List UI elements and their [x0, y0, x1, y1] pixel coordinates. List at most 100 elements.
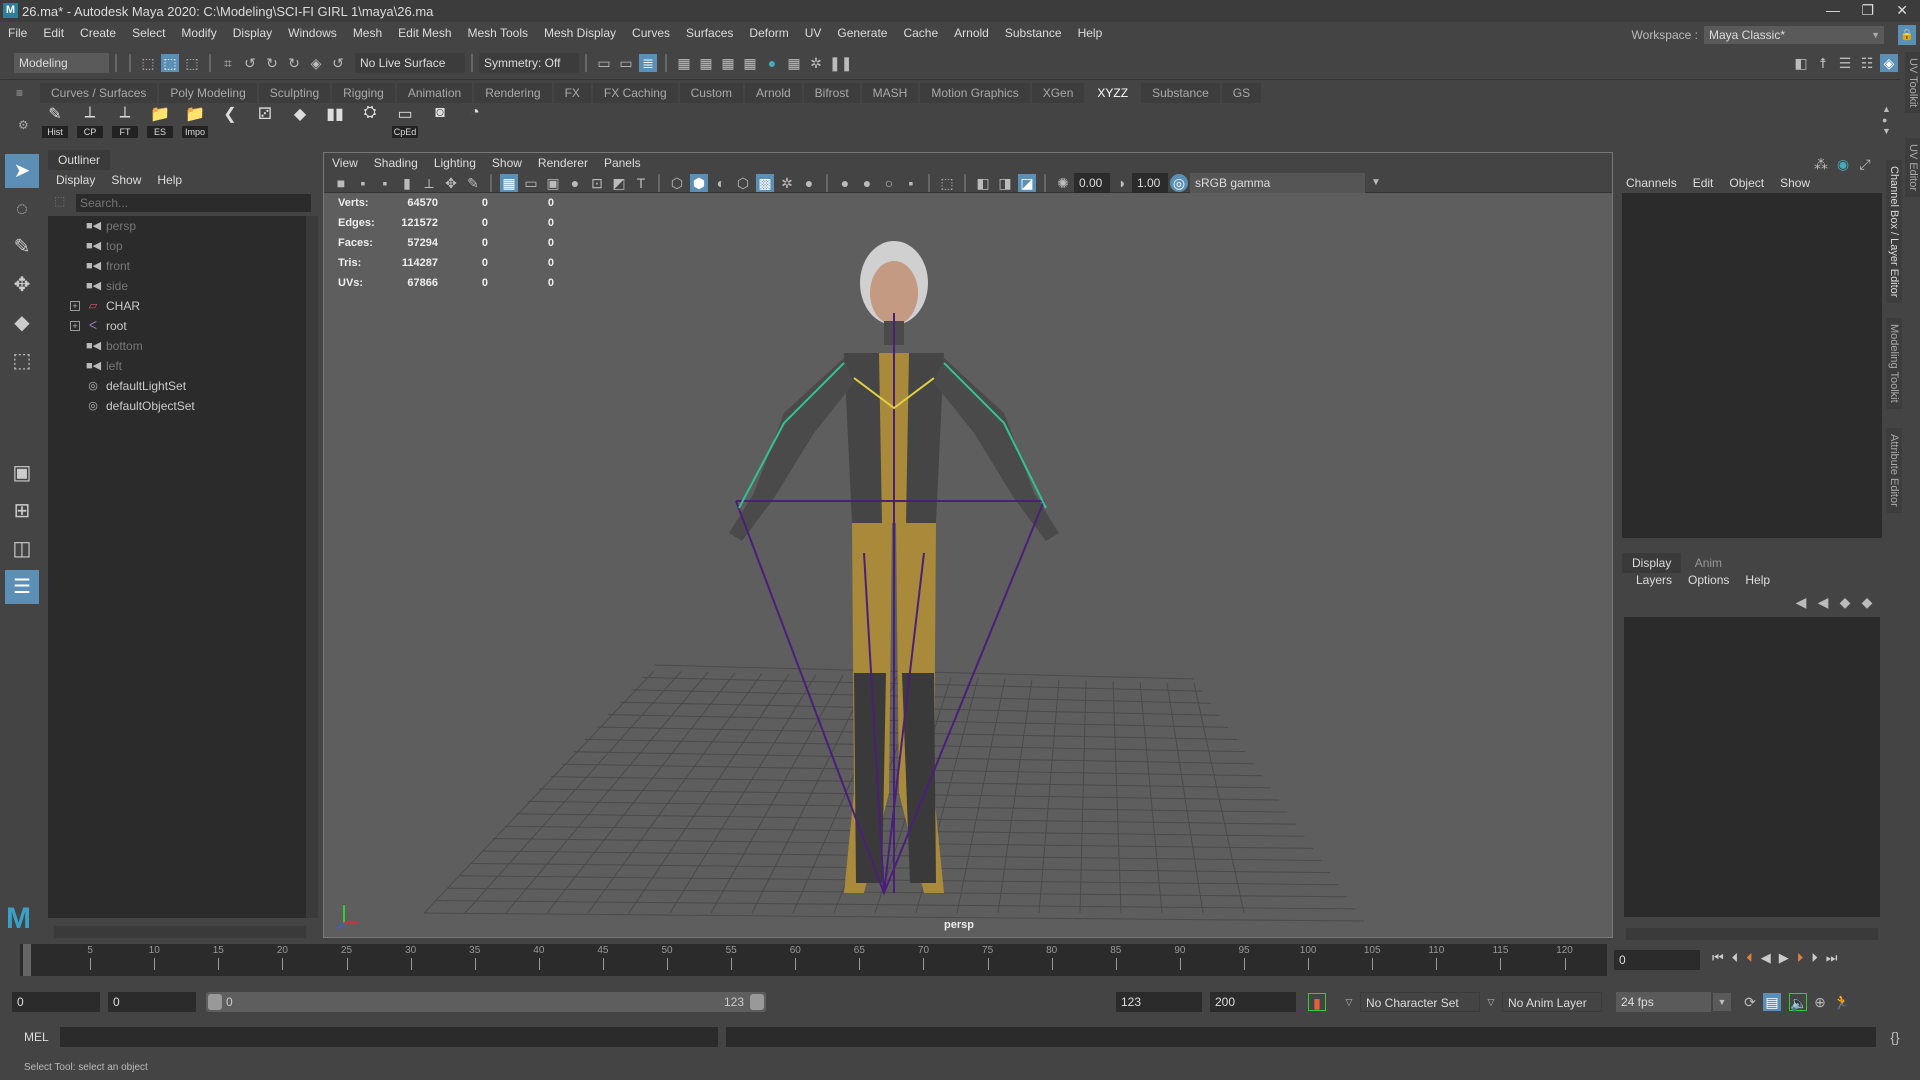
- viewport-menu-view[interactable]: View: [332, 153, 358, 173]
- human-ik-icon[interactable]: ☨: [1814, 54, 1832, 72]
- safe-title-icon[interactable]: T: [632, 174, 650, 192]
- shelf-tab[interactable]: Sculpting: [258, 83, 331, 103]
- xray-active-components-icon[interactable]: ◪: [1018, 173, 1036, 192]
- outliner-item[interactable]: + ▱ CHAR: [48, 296, 306, 316]
- channel-menu-object[interactable]: Object: [1729, 176, 1764, 190]
- select-hierarchy-icon[interactable]: ⬚: [139, 54, 157, 72]
- shadows-icon[interactable]: ●: [800, 174, 818, 192]
- single-view-icon[interactable]: ▣: [5, 456, 39, 490]
- side-tab-uv-toolkit[interactable]: UV Toolkit: [1905, 52, 1920, 114]
- chevron-down-icon[interactable]: ▼: [1367, 174, 1385, 192]
- menu-modify[interactable]: Modify: [173, 22, 224, 44]
- viewport-menu-shading[interactable]: Shading: [374, 153, 418, 173]
- anim-start-field[interactable]: 0: [12, 992, 100, 1012]
- menu-arnold[interactable]: Arnold: [946, 22, 997, 44]
- shelf-button[interactable]: ◙: [425, 104, 455, 138]
- playback-start-field[interactable]: 0: [108, 992, 196, 1012]
- menu-select[interactable]: Select: [124, 22, 173, 44]
- side-tab-channel-box[interactable]: Channel Box / Layer Editor: [1886, 160, 1902, 304]
- tool-settings-icon[interactable]: ☷: [1858, 54, 1876, 72]
- render-view-icon[interactable]: ▦: [675, 54, 693, 72]
- shelf-tab[interactable]: Substance: [1141, 83, 1220, 103]
- shelf-button[interactable]: ⚂: [250, 104, 280, 138]
- shelf-tab[interactable]: Rendering: [474, 83, 552, 103]
- pause-icon[interactable]: ❚❚: [829, 54, 852, 72]
- channel-box-icon[interactable]: ◈: [1880, 53, 1898, 72]
- menu-display[interactable]: Display: [225, 22, 280, 44]
- exposure-field[interactable]: 0.00: [1074, 172, 1110, 193]
- xray-joints-icon[interactable]: ◨: [996, 174, 1014, 192]
- shelf-button[interactable]: 📁 ES: [145, 104, 175, 138]
- character-set-dropdown[interactable]: No Character Set: [1360, 992, 1480, 1012]
- menu-edit-mesh[interactable]: Edit Mesh: [390, 22, 459, 44]
- gamma-field[interactable]: 1.00: [1132, 172, 1168, 193]
- viewport-menu-lighting[interactable]: Lighting: [434, 153, 476, 173]
- shelf-button[interactable]: ⟂ FT: [110, 104, 140, 138]
- menu-edit[interactable]: Edit: [35, 22, 72, 44]
- shelf-button[interactable]: ▮▮: [320, 104, 350, 138]
- pin-icon[interactable]: ⤢: [1856, 155, 1874, 173]
- next-key-icon[interactable]: ⏵: [1797, 950, 1804, 966]
- shelf-tab[interactable]: Poly Modeling: [159, 83, 257, 103]
- anti-aliasing-icon[interactable]: ○: [880, 174, 898, 192]
- shelf-tab[interactable]: XYZZ: [1086, 83, 1140, 103]
- grid-icon[interactable]: ▦: [500, 173, 518, 192]
- wireframe-on-shaded-icon[interactable]: ⬡: [734, 174, 752, 192]
- light-editor-icon[interactable]: ✲: [807, 54, 825, 72]
- ambient-occlusion-icon[interactable]: ●: [836, 174, 854, 192]
- lights-icon[interactable]: ✲: [778, 174, 796, 192]
- camera-icon[interactable]: ■: [332, 174, 350, 192]
- menu-mesh-tools[interactable]: Mesh Tools: [460, 22, 536, 44]
- layer-menu-layers[interactable]: Layers: [1636, 573, 1672, 587]
- anim-layer-dropdown[interactable]: No Anim Layer: [1502, 992, 1602, 1012]
- outliner-item[interactable]: ◎ defaultObjectSet: [48, 396, 306, 416]
- timeline-track[interactable]: 0510152025303540455055606570758085909510…: [20, 944, 1607, 976]
- shelf-button[interactable]: ◔: [460, 104, 490, 138]
- color-management-icon[interactable]: ◎: [1170, 173, 1188, 192]
- prev-key-icon[interactable]: ⏴: [1746, 950, 1753, 966]
- layer-tab-anim[interactable]: Anim: [1684, 553, 1733, 573]
- shelf-button[interactable]: ⟂ CP: [75, 104, 105, 138]
- viewport-menu-panels[interactable]: Panels: [604, 153, 641, 173]
- shelf-tab[interactable]: FX Caching: [592, 83, 678, 103]
- play-backwards-icon[interactable]: ◀: [1761, 950, 1771, 966]
- shelf-tab[interactable]: Custom: [679, 83, 743, 103]
- minimize-button[interactable]: —: [1826, 2, 1840, 18]
- paint-select-icon[interactable]: ✎: [5, 230, 39, 264]
- snap-point-icon[interactable]: ↻: [263, 54, 281, 72]
- layer-horizontal-scrollbar[interactable]: [1626, 928, 1878, 940]
- gate-mask-icon[interactable]: ●: [566, 174, 584, 192]
- select-tool-icon[interactable]: ➤: [5, 154, 39, 188]
- snap-view-icon[interactable]: ↻: [285, 54, 303, 72]
- expand-icon[interactable]: +: [70, 301, 80, 311]
- live-surface-field[interactable]: No Live Surface: [355, 52, 465, 73]
- outliner-menu-show[interactable]: Show: [111, 173, 141, 187]
- gamma-icon[interactable]: ◑: [1112, 174, 1130, 192]
- sound-icon[interactable]: 🔈: [1789, 993, 1807, 1011]
- camera-attributes-icon[interactable]: ▪: [376, 174, 394, 192]
- render-settings-icon[interactable]: ▦: [741, 54, 759, 72]
- textured-icon[interactable]: ▩: [756, 173, 774, 192]
- snap-grid-icon[interactable]: ⌗: [219, 54, 237, 72]
- select-component-icon[interactable]: ⬚: [183, 54, 201, 72]
- hypershade-icon[interactable]: ●: [763, 54, 781, 72]
- input-ops-icon[interactable]: ▭: [595, 54, 613, 72]
- menu-uv[interactable]: UV: [797, 22, 830, 44]
- step-back-key-icon[interactable]: ⏴: [1732, 950, 1739, 966]
- shelf-button[interactable]: ⛭: [355, 104, 385, 138]
- bookmark-icon[interactable]: ▮: [398, 174, 416, 192]
- field-chart-icon[interactable]: ⊡: [588, 174, 606, 192]
- playback-end-field[interactable]: 123: [1116, 992, 1202, 1012]
- shelf-button[interactable]: ◆: [285, 104, 315, 138]
- shelf-tab[interactable]: Arnold: [744, 83, 802, 103]
- shelf-button[interactable]: ❮: [215, 104, 245, 138]
- rotate-tool-icon[interactable]: ◆: [5, 306, 39, 340]
- viewport-menu-show[interactable]: Show: [492, 153, 522, 173]
- outliner-menu-help[interactable]: Help: [157, 173, 182, 187]
- channel-menu-show[interactable]: Show: [1780, 176, 1810, 190]
- render-setup-icon[interactable]: ▦: [785, 54, 803, 72]
- outliner-item[interactable]: ■◀ persp: [48, 216, 306, 236]
- play-forwards-icon[interactable]: ▶: [1779, 950, 1789, 966]
- channel-menu-channels[interactable]: Channels: [1626, 176, 1677, 190]
- new-layer-icon[interactable]: ◆: [1836, 593, 1854, 611]
